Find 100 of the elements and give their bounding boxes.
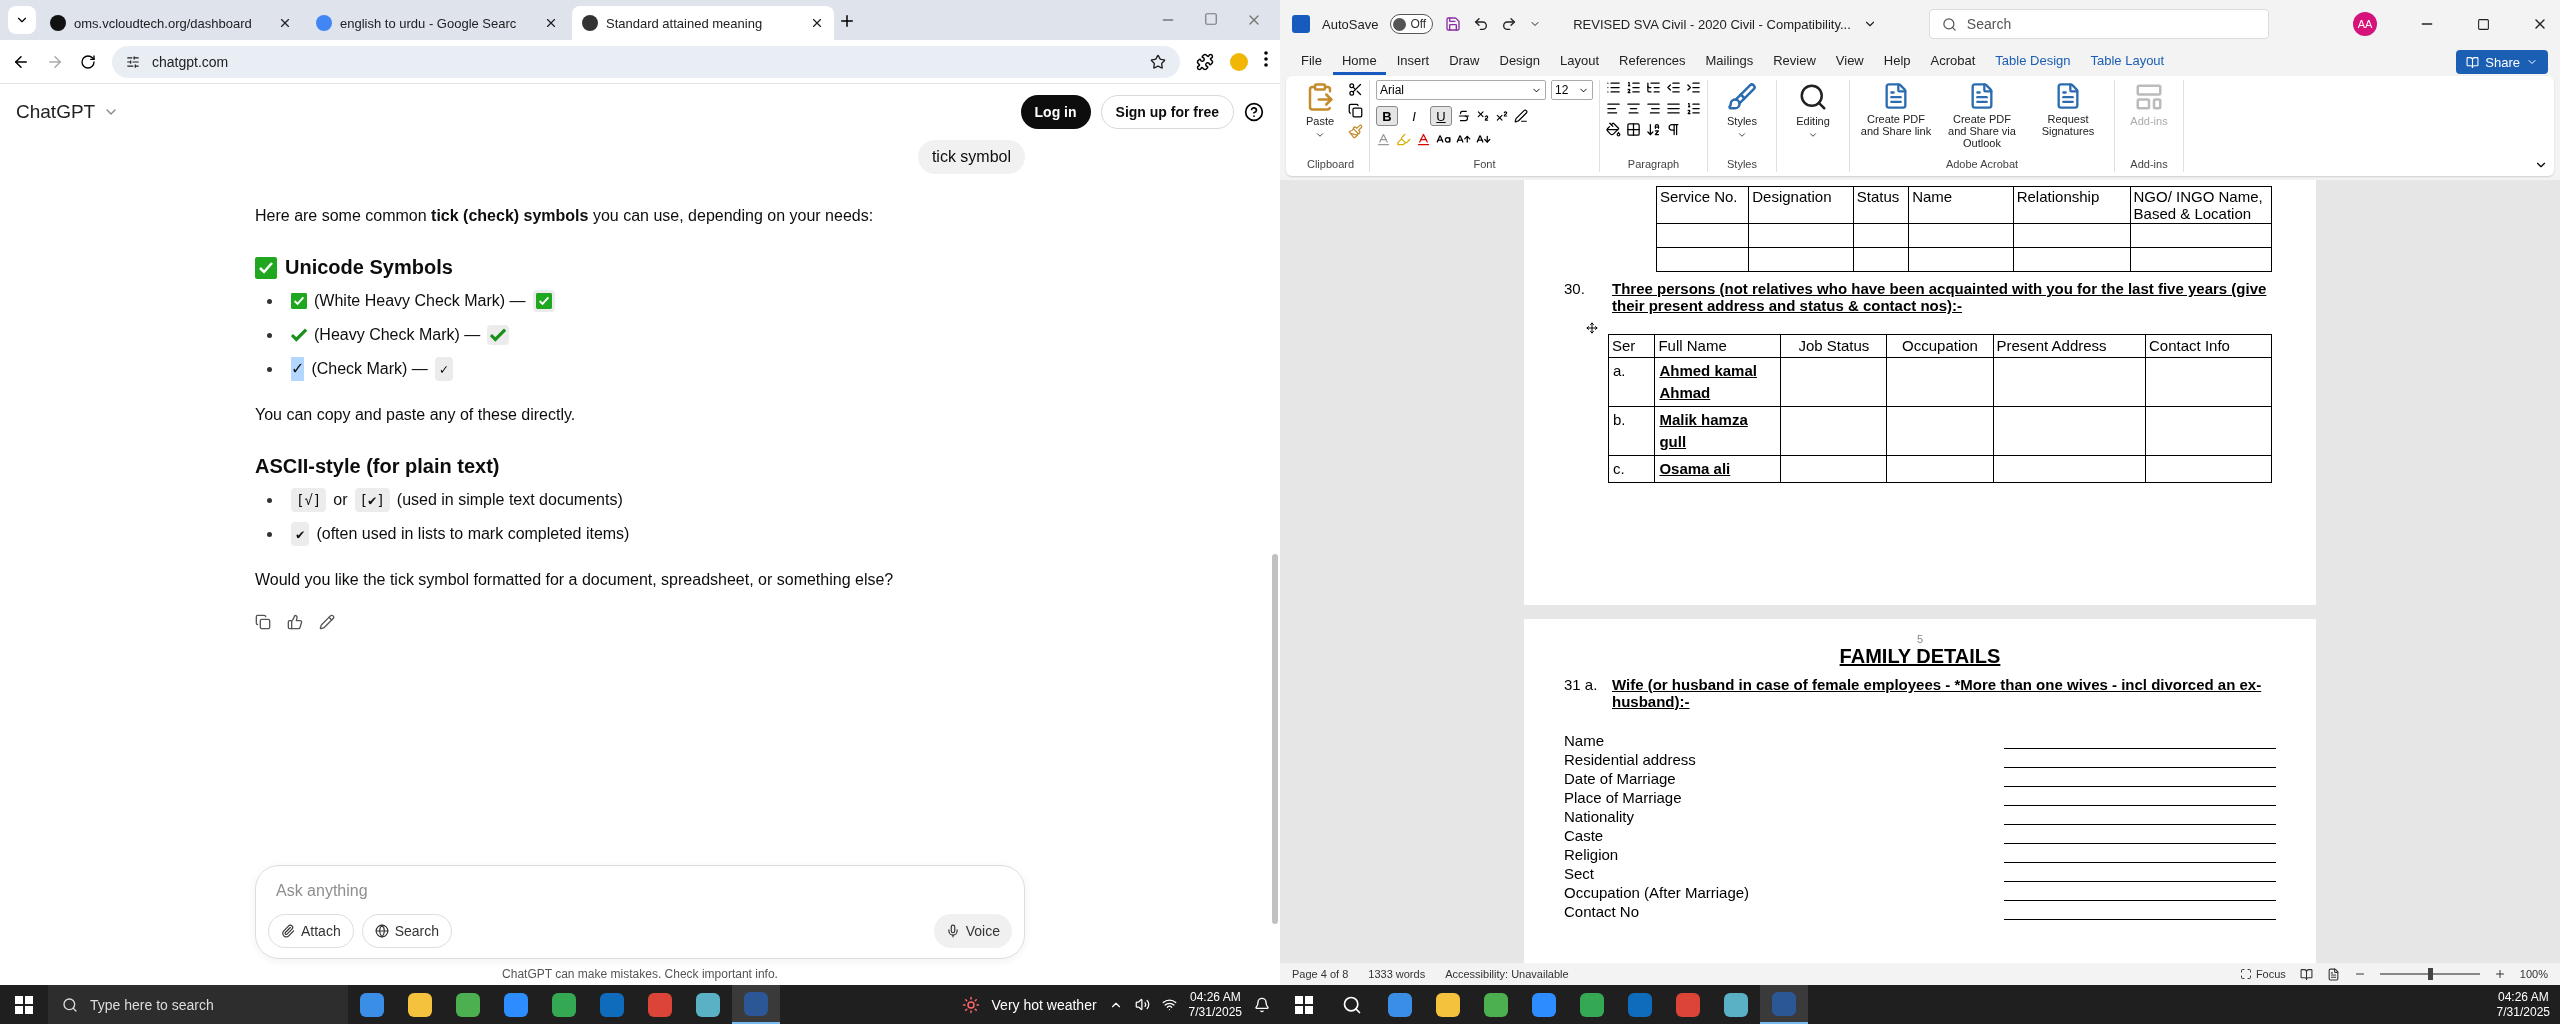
taskbar-search-field[interactable]: Type here to search <box>48 985 348 1024</box>
voice-button[interactable]: Voice <box>933 914 1012 948</box>
justify-icon[interactable] <box>1666 101 1681 116</box>
app-icon[interactable] <box>552 992 576 1017</box>
print-layout-icon[interactable] <box>2326 967 2340 981</box>
site-settings-icon[interactable] <box>126 54 140 69</box>
focus-icon[interactable] <box>2239 968 2252 980</box>
accessibility-status[interactable]: Accessibility: Unavailable <box>1445 968 1569 980</box>
clock[interactable]: 04:26 AM 7/31/2025 <box>2496 989 2550 1020</box>
format-button[interactable]: I <box>1403 106 1425 126</box>
weather-text[interactable]: Very hot weather <box>991 996 1097 1013</box>
login-button[interactable]: Log in <box>1020 95 1091 129</box>
browser-tab[interactable]: Standard attained meaning <box>572 6 834 40</box>
windows-logo-icon[interactable] <box>15 995 33 1014</box>
notification-icon[interactable] <box>1254 996 1270 1013</box>
ribbon-tab[interactable]: Mailings <box>1696 49 1763 75</box>
app-icon[interactable] <box>408 992 432 1017</box>
font-name-field[interactable]: Arial <box>1376 80 1546 100</box>
search-icon[interactable] <box>1798 82 1828 112</box>
maximize-icon[interactable] <box>1204 12 1218 26</box>
numbering-icon[interactable] <box>1626 80 1641 95</box>
close-icon[interactable] <box>544 16 558 30</box>
zoom-in-icon[interactable] <box>2493 968 2506 980</box>
format-painter-icon[interactable] <box>1348 124 1363 139</box>
ribbon-tab[interactable]: File <box>1292 49 1331 75</box>
signup-button[interactable]: Sign up for free <box>1100 95 1234 129</box>
redo-icon[interactable] <box>1501 16 1518 32</box>
subscript-icon[interactable] <box>1476 109 1490 123</box>
strikethrough-icon[interactable] <box>1457 109 1471 123</box>
ribbon-tab[interactable]: Review <box>1764 49 1825 75</box>
restore-icon[interactable] <box>2477 17 2490 31</box>
copy-icon[interactable] <box>255 614 271 630</box>
autosave-toggle[interactable]: Off <box>1390 14 1434 34</box>
app-icon[interactable] <box>1484 992 1508 1017</box>
help-icon[interactable] <box>1244 102 1264 122</box>
document-title[interactable]: REVISED SVA Civil - 2020 Civil - Compatibility... <box>1573 16 1851 32</box>
bookmark-star-icon[interactable] <box>1150 53 1166 70</box>
app-icon[interactable] <box>1580 992 1604 1017</box>
ribbon-tab[interactable]: Draw <box>1440 49 1489 75</box>
styles-button[interactable]: Styles <box>1714 80 1770 142</box>
editing-button[interactable]: Editing <box>1783 80 1843 142</box>
format-button[interactable]: U <box>1430 106 1452 126</box>
save-icon[interactable] <box>1445 16 1462 32</box>
address-bar[interactable]: chatgpt.com <box>112 45 1180 78</box>
text-effects-icon[interactable] <box>1376 132 1391 147</box>
copy-icon[interactable] <box>1348 103 1363 118</box>
acrobat-button[interactable]: Request Signatures <box>2028 80 2108 139</box>
superscript-icon[interactable] <box>1495 109 1509 123</box>
line-spacing-icon[interactable] <box>1686 101 1701 116</box>
align-left-icon[interactable] <box>1606 101 1621 116</box>
table-move-handle-icon[interactable] <box>1586 322 1598 334</box>
word-count[interactable]: 1333 words <box>1368 968 1426 980</box>
browser-tab[interactable]: english to urdu - Google Searc <box>306 6 568 40</box>
app-icon[interactable] <box>1388 992 1412 1017</box>
app-icon[interactable] <box>1532 992 1556 1017</box>
browser-tab[interactable]: oms.vcloudtech.org/dashboard <box>40 6 302 40</box>
cut-icon[interactable] <box>1348 82 1363 97</box>
ribbon-tab[interactable]: Help <box>1874 49 1920 75</box>
app-icon[interactable] <box>504 992 528 1017</box>
app-icon[interactable] <box>360 992 384 1017</box>
align-center-icon[interactable] <box>1626 101 1641 116</box>
paste-button[interactable]: Paste <box>1298 80 1342 142</box>
acrobat-button[interactable]: Create PDF and Share link <box>1856 80 1936 139</box>
search-icon[interactable] <box>62 996 78 1013</box>
ribbon-tab[interactable]: Acrobat <box>1921 49 1985 75</box>
thumbs-up-icon[interactable] <box>287 614 303 630</box>
chat-input[interactable]: Ask anything Attach Search Voice <box>255 865 1025 959</box>
shading-icon[interactable] <box>1606 122 1621 137</box>
ribbon-tab[interactable]: Layout <box>1550 49 1608 75</box>
app-icon[interactable] <box>1724 992 1748 1017</box>
pencil-icon[interactable] <box>319 614 335 630</box>
ribbon-tab[interactable]: View <box>1826 49 1873 75</box>
ribbon-tab[interactable]: Insert <box>1387 49 1439 75</box>
microphone-icon[interactable] <box>945 924 960 938</box>
slider-thumb[interactable] <box>2427 968 2433 980</box>
undo-icon[interactable] <box>1473 16 1490 32</box>
focus-button[interactable]: Focus <box>2239 968 2286 980</box>
font-color-icon[interactable] <box>1416 132 1431 147</box>
zoom-level[interactable]: 100% <box>2519 968 2548 980</box>
share-button[interactable]: Share <box>2456 50 2548 74</box>
page-count[interactable]: Page 4 of 8 <box>1292 968 1349 980</box>
new-tab-icon[interactable] <box>838 12 856 30</box>
show-marks-icon[interactable] <box>1666 122 1681 137</box>
reload-icon[interactable] <box>80 53 96 70</box>
volume-icon[interactable] <box>1134 997 1150 1012</box>
network-icon[interactable] <box>1161 997 1177 1012</box>
format-button[interactable]: B <box>1376 106 1398 126</box>
brush-icon[interactable] <box>1727 82 1757 112</box>
borders-icon[interactable] <box>1626 122 1641 137</box>
acrobat-button[interactable]: Create PDF and Share via Outlook <box>1942 80 2022 151</box>
attach-button[interactable]: Attach <box>268 914 354 948</box>
search-field[interactable]: Search <box>1928 9 2269 39</box>
ribbon-tab[interactable]: Design <box>1490 49 1549 75</box>
clear-formatting-icon[interactable] <box>1514 109 1528 123</box>
model-selector[interactable]: ChatGPT <box>16 101 96 123</box>
user-avatar[interactable]: AA <box>2353 12 2377 36</box>
weather-icon[interactable] <box>961 995 980 1014</box>
globe-icon[interactable] <box>374 924 389 938</box>
bullets-icon[interactable] <box>1606 80 1621 95</box>
app-icon[interactable] <box>456 992 480 1017</box>
